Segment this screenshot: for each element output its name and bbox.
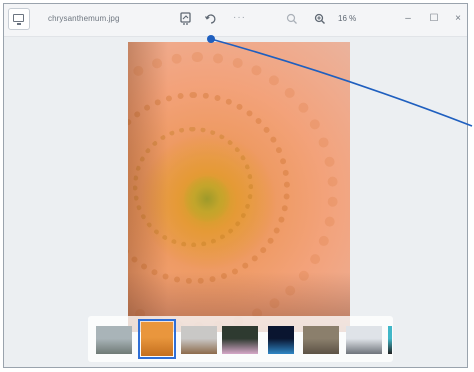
thumb-koala[interactable] bbox=[303, 326, 339, 354]
thumb-penguins[interactable] bbox=[388, 326, 392, 354]
more-icon[interactable]: ··· bbox=[233, 12, 246, 23]
thumb-desert[interactable] bbox=[181, 326, 217, 354]
edit-image-icon[interactable] bbox=[178, 11, 194, 27]
main-photo-orange-chrysanthemum[interactable] bbox=[128, 42, 350, 332]
zoom-level[interactable]: 16 % bbox=[338, 14, 356, 23]
rotate-icon[interactable] bbox=[203, 11, 219, 27]
thumb-hydrangea[interactable] bbox=[222, 326, 258, 354]
photos-app-window: chrysanthemum.jpg ··· 16 % – ☐ × bbox=[3, 3, 468, 368]
thumb-lighthouse[interactable] bbox=[346, 326, 382, 354]
close-button[interactable]: × bbox=[449, 10, 467, 28]
file-name: chrysanthemum.jpg bbox=[48, 14, 120, 23]
thumb-misty-landscape[interactable] bbox=[96, 326, 132, 354]
minimize-button[interactable]: – bbox=[399, 10, 417, 28]
zoom-out-icon[interactable] bbox=[284, 11, 300, 27]
thumb-jellyfish[interactable] bbox=[268, 326, 294, 354]
photos-app-icon[interactable] bbox=[8, 8, 30, 30]
title-bar: chrysanthemum.jpg ··· 16 % – ☐ × bbox=[4, 4, 467, 37]
thumb-chrysanthemum[interactable] bbox=[138, 319, 176, 359]
filmstrip bbox=[88, 316, 393, 362]
maximize-button[interactable]: ☐ bbox=[425, 10, 443, 28]
zoom-in-icon[interactable] bbox=[312, 11, 328, 27]
